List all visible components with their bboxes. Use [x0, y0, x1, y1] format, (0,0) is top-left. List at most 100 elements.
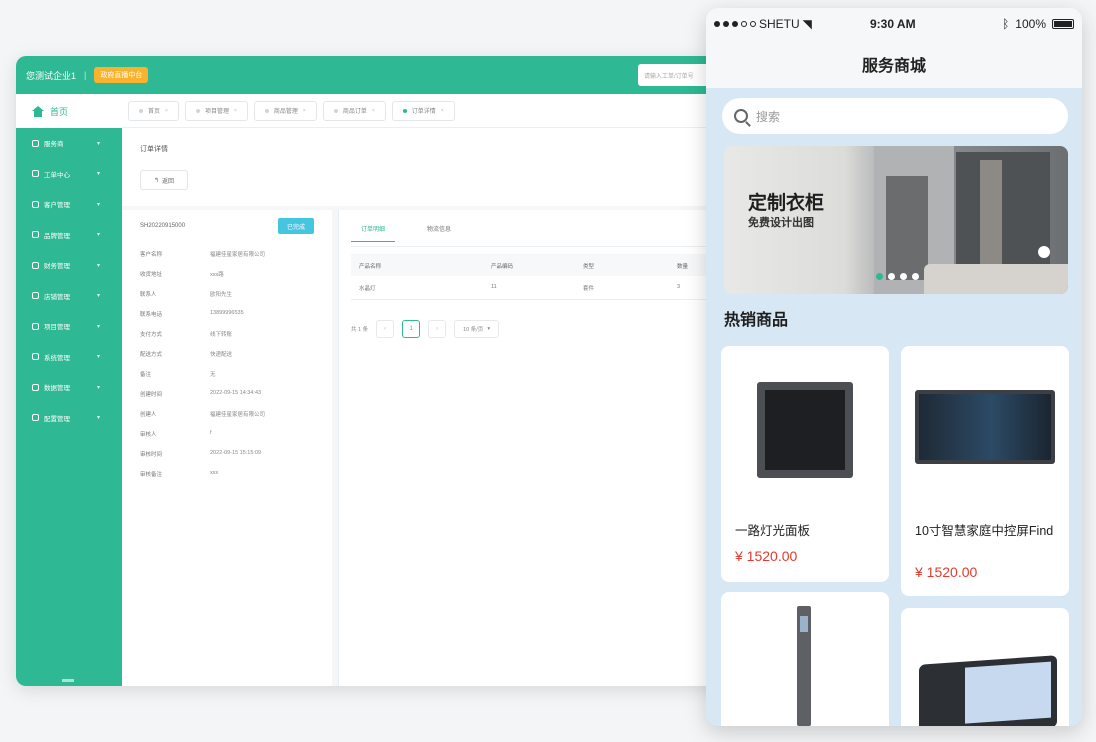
info-key: 客户名称	[140, 252, 163, 258]
tab-products[interactable]: 商品管理 ×	[253, 100, 317, 121]
next-page-button[interactable]: ›	[428, 320, 447, 338]
pagination: 共 1 条 ‹ 1 › 10 条/页 ▾	[351, 320, 500, 338]
info-value: xxx	[210, 470, 219, 476]
info-value: 13899996535	[210, 310, 244, 316]
tab-label: 项目管理	[204, 109, 229, 115]
carousel-dot[interactable]	[888, 273, 895, 280]
tab-logistics[interactable]: 物流信息	[417, 224, 461, 242]
detail-tabs: 订单明细 物流信息	[351, 224, 461, 242]
info-row: 收货地址 xxx路	[140, 270, 224, 278]
banner-image	[954, 152, 1050, 280]
search-input[interactable]: 搜索	[722, 98, 1068, 134]
order-number: SH20220915000	[140, 223, 186, 229]
carousel-dot[interactable]	[912, 273, 919, 280]
search-icon	[734, 109, 748, 123]
section-title: 热销商品	[724, 312, 789, 329]
prev-page-button[interactable]: ‹	[376, 320, 395, 338]
info-key: 审核人	[140, 432, 157, 438]
sidebar-item-label: 品牌管理	[44, 232, 70, 240]
close-icon[interactable]: ×	[372, 108, 375, 114]
sidebar-item-9[interactable]: 配置管理 ▾	[16, 403, 122, 434]
promo-banner[interactable]: 定制衣柜 免费设计出图	[724, 146, 1068, 294]
chevron-down-icon: ▾	[96, 171, 100, 178]
tab-product-orders[interactable]: 商品订单 ×	[322, 100, 386, 121]
sidebar-item-2[interactable]: 客户管理 ▾	[16, 189, 122, 220]
product-card[interactable]	[721, 592, 889, 726]
info-value: 欧阳先生	[210, 292, 233, 298]
chevron-down-icon: ▾	[96, 293, 100, 300]
carousel-dot[interactable]	[900, 273, 907, 280]
table-cell: 套件	[583, 286, 595, 292]
tab-home[interactable]: 首页 ×	[128, 100, 179, 121]
back-button[interactable]: ↰ 返回	[140, 170, 188, 190]
info-key: 联系人	[140, 292, 157, 298]
menu-icon	[32, 383, 39, 391]
column-header: 产品编码	[491, 264, 514, 270]
menu-icon	[32, 139, 39, 147]
status-right: ᛒ 100%	[1002, 17, 1074, 31]
page-title: 订单详情	[140, 146, 168, 153]
sidebar-item-3[interactable]: 品牌管理 ▾	[16, 220, 122, 251]
close-icon[interactable]: ×	[441, 108, 444, 114]
chevron-down-icon: ▾	[96, 384, 100, 391]
close-icon[interactable]: ×	[234, 108, 237, 114]
table-cell: 11	[491, 284, 497, 290]
info-row: 联系电话 13899996535	[140, 310, 244, 318]
tab-order-detail[interactable]: 订单详情 ×	[391, 100, 455, 121]
carousel-indicators[interactable]	[876, 273, 919, 280]
main-content: 首页 × 项目管理 × 商品管理 × 商品订单 × 订单详情 × 订单详情 ↰ 返回 SH2…	[122, 94, 756, 686]
product-card[interactable]: 一路灯光面板 ¥ 1520.00	[721, 346, 889, 582]
tab-order-items[interactable]: 订单明细	[351, 224, 396, 242]
info-value: 福建佳星家居有限公司	[210, 412, 266, 418]
banner-image	[924, 264, 1068, 294]
sidebar: 首页 服务商 ▾ 工单中心 ▾ 客户管理 ▾ 品牌管理 ▾ 财务管理 ▾ 店铺管理 ▾ 项目…	[16, 94, 122, 686]
sidebar-item-5[interactable]: 店铺管理 ▾	[16, 281, 122, 312]
search-placeholder: 搜索	[756, 109, 781, 124]
sidebar-item-0[interactable]: 服务商 ▾	[16, 128, 122, 159]
chevron-down-icon: ▾	[96, 415, 100, 422]
column-header: 数量	[677, 264, 689, 270]
sidebar-collapse-handle[interactable]	[62, 679, 74, 682]
product-card[interactable]	[901, 608, 1069, 726]
tabs-divider	[351, 246, 756, 247]
sidebar-item-4[interactable]: 财务管理 ▾	[16, 250, 122, 281]
info-value: 无	[210, 372, 216, 378]
sidebar-item-label: 工单中心	[44, 171, 70, 179]
sidebar-item-label: 财务管理	[44, 263, 70, 271]
sidebar-item-8[interactable]: 数据管理 ▾	[16, 372, 122, 403]
info-key: 配送方式	[140, 352, 163, 358]
sidebar-item-home[interactable]: 首页	[16, 94, 122, 128]
info-value: xxx路	[210, 272, 224, 278]
page-title: 服务商城	[706, 40, 1082, 88]
tab-dot-icon	[264, 108, 269, 113]
sidebar-item-7[interactable]: 系统管理 ▾	[16, 342, 122, 373]
banner-image	[886, 176, 928, 280]
platform-tag[interactable]: 政府直播中台	[94, 67, 149, 83]
sidebar-item-1[interactable]: 工单中心 ▾	[16, 159, 122, 190]
battery-icon	[1052, 19, 1074, 29]
tab-projects[interactable]: 项目管理 ×	[184, 100, 248, 121]
carousel-dot[interactable]	[876, 273, 883, 280]
close-icon[interactable]: ×	[165, 108, 168, 114]
product-card[interactable]: 10寸智慧家庭中控屏Find ¥ 1520.00	[901, 346, 1069, 596]
table-row[interactable]: 水晶灯 11 套件 3	[351, 276, 756, 300]
sidebar-item-6[interactable]: 项目管理 ▾	[16, 311, 122, 342]
page-button[interactable]: 1	[402, 320, 421, 338]
sidebar-item-label: 客户管理	[44, 202, 70, 210]
product-image	[919, 655, 1057, 726]
order-items-card: 订单明细 物流信息 产品名称 产品编码 类型 数量 水晶灯 11 套件 3 共 …	[338, 210, 756, 686]
product-image	[757, 382, 853, 478]
chevron-down-icon: ▾	[487, 326, 491, 332]
page-size-select[interactable]: 10 条/页 ▾	[454, 320, 500, 338]
back-arrow-icon: ↰	[153, 177, 159, 184]
close-icon[interactable]: ×	[303, 108, 306, 114]
tab-dot-icon	[402, 108, 407, 113]
product-name: 一路灯光面板	[735, 524, 811, 538]
signal-dot-icon	[714, 21, 720, 27]
chevron-down-icon: ▾	[96, 140, 100, 147]
product-name: 10寸智慧家庭中控屏Find	[915, 524, 1054, 538]
status-bar: SHETU ◥ 9:30 AM ᛒ 100%	[706, 8, 1082, 40]
column-header: 产品名称	[359, 264, 382, 270]
menu-icon	[32, 292, 39, 300]
info-row: 配送方式 快递配送	[140, 350, 232, 358]
